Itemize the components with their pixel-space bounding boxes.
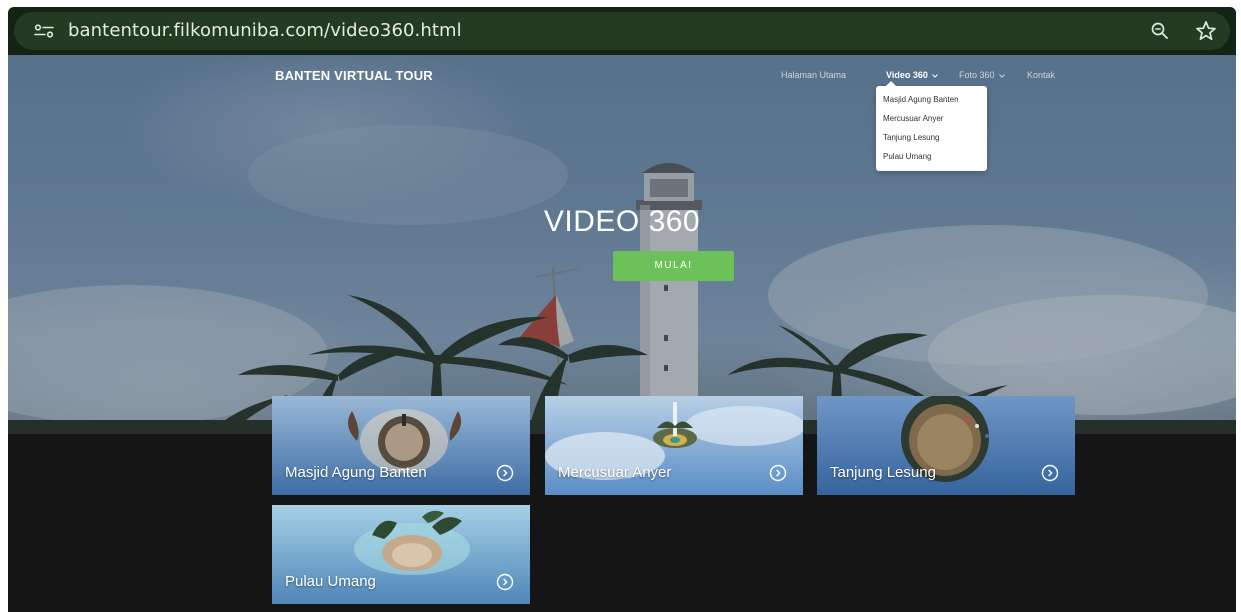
chevron-down-icon — [998, 73, 1005, 78]
dropdown-item-mercusuar-anyer[interactable]: Mercusuar Anyer — [883, 114, 943, 123]
hero-title: VIDEO 360 — [543, 205, 701, 238]
address-bar[interactable]: bantentour.filkomuniba.com/video360.html — [14, 12, 1230, 50]
page-viewport: BANTEN VIRTUAL TOUR Halaman Utama Video … — [8, 55, 1236, 612]
zoom-out-icon[interactable] — [1150, 21, 1170, 41]
card-title: Masjid Agung Banten — [285, 464, 427, 481]
video-card-tanjung-lesung[interactable]: Tanjung Lesung — [817, 396, 1075, 495]
nav-item-label: Video 360 — [886, 70, 928, 80]
play-circle-icon[interactable] — [1041, 464, 1059, 482]
card-title: Tanjung Lesung — [830, 464, 936, 481]
site-brand[interactable]: BANTEN VIRTUAL TOUR — [275, 68, 433, 83]
video-card-pulau-umang[interactable]: Pulau Umang — [272, 505, 530, 604]
nav-item-video-360[interactable]: Video 360 — [886, 70, 938, 80]
card-title: Pulau Umang — [285, 573, 376, 590]
play-circle-icon[interactable] — [496, 573, 514, 591]
dropdown-item-tanjung-lesung[interactable]: Tanjung Lesung — [883, 133, 940, 142]
site-settings-icon[interactable] — [34, 24, 54, 38]
hero-overlay — [8, 55, 1236, 434]
bookmark-star-icon[interactable] — [1194, 19, 1218, 43]
hero-section: BANTEN VIRTUAL TOUR Halaman Utama Video … — [8, 55, 1236, 434]
url-text[interactable]: bantentour.filkomuniba.com/video360.html — [68, 20, 462, 41]
nav-item-kontak[interactable]: Kontak — [1027, 70, 1055, 80]
card-title: Mercusuar Anyer — [558, 464, 672, 481]
chevron-down-icon — [931, 73, 938, 78]
mulai-button[interactable]: MULAI — [613, 251, 734, 281]
video-360-dropdown-menu: Masjid Agung Banten Mercusuar Anyer Tanj… — [876, 81, 987, 171]
nav-item-foto-360[interactable]: Foto 360 — [959, 70, 1005, 80]
browser-window: bantentour.filkomuniba.com/video360.html — [0, 0, 1241, 612]
play-circle-icon[interactable] — [496, 464, 514, 482]
nav-item-label: Foto 360 — [959, 70, 995, 80]
play-circle-icon[interactable] — [769, 464, 787, 482]
browser-toolbar: bantentour.filkomuniba.com/video360.html — [8, 7, 1236, 55]
dropdown-item-masjid-agung-banten[interactable]: Masjid Agung Banten — [883, 95, 959, 104]
video-card-masjid-agung-banten[interactable]: Masjid Agung Banten — [272, 396, 530, 495]
dropdown-item-pulau-umang[interactable]: Pulau Umang — [883, 152, 931, 161]
video-card-mercusuar-anyer[interactable]: Mercusuar Anyer — [545, 396, 803, 495]
nav-item-halaman-utama[interactable]: Halaman Utama — [781, 70, 846, 80]
